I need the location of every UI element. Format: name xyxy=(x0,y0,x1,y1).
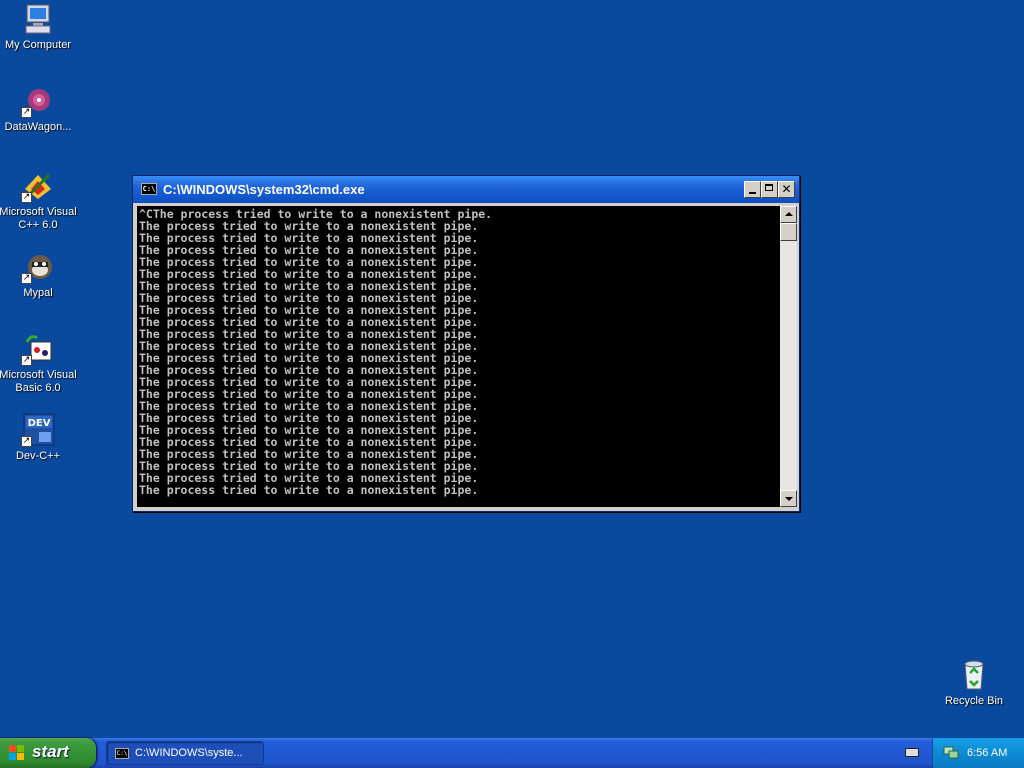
scroll-up-button[interactable] xyxy=(780,206,797,223)
desktop-icon-label: Recycle Bin xyxy=(944,695,1004,707)
taskbar-button-label: C:\WINDOWS\syste... xyxy=(135,747,243,759)
desktop-icon-my-computer[interactable]: My Computer xyxy=(0,2,78,52)
keyboard-icon[interactable] xyxy=(905,748,919,757)
shortcut-arrow-icon: ↗ xyxy=(21,107,32,118)
window-title: C:\WINDOWS\system32\cmd.exe xyxy=(163,182,365,197)
windows-logo-icon xyxy=(9,745,25,761)
visual-basic-icon: ↗ xyxy=(21,332,55,366)
desktop-icon-label: DataWagon... xyxy=(4,121,72,133)
visual-cpp-icon: ↗ xyxy=(21,169,55,203)
cmd-icon[interactable]: C:\ xyxy=(141,183,157,195)
desktop-icon-datawagon[interactable]: ↗ DataWagon... xyxy=(0,84,78,134)
system-tray: 6:56 AM xyxy=(932,738,1024,768)
desktop-icon-label: Microsoft Visual C++ 6.0 xyxy=(0,206,77,231)
maximize-button[interactable] xyxy=(761,181,778,198)
svg-text:DEV: DEV xyxy=(28,418,51,429)
desktop-icon-visual-basic[interactable]: ↗ Microsoft Visual Basic 6.0 xyxy=(0,332,78,395)
start-label: start xyxy=(32,742,69,761)
datawagon-icon: ↗ xyxy=(21,84,55,118)
desktop-icon-recycle-bin[interactable]: Recycle Bin xyxy=(934,658,1014,708)
scrollbar-thumb[interactable] xyxy=(780,223,797,241)
desktop-icon-mypal[interactable]: ↗ Mypal xyxy=(0,250,78,300)
shortcut-arrow-icon: ↗ xyxy=(21,192,32,203)
console-line: The process tried to write to a nonexist… xyxy=(139,483,479,497)
taskbar: start C:\ C:\WINDOWS\syste... 6:56 AM xyxy=(0,738,1024,768)
cmd-icon: C:\ xyxy=(115,748,129,759)
desktop-icon-label: My Computer xyxy=(4,39,72,51)
network-icon[interactable] xyxy=(943,746,959,760)
clock[interactable]: 6:56 AM xyxy=(967,747,1007,759)
start-button[interactable]: start xyxy=(0,738,96,768)
shortcut-arrow-icon: ↗ xyxy=(21,355,32,366)
cmd-window[interactable]: C:\ C:\WINDOWS\system32\cmd.exe ✕ ^CThe … xyxy=(132,175,800,512)
my-computer-icon xyxy=(21,2,55,36)
window-titlebar[interactable]: C:\ C:\WINDOWS\system32\cmd.exe ✕ xyxy=(133,176,799,203)
desktop-icon-label: Microsoft Visual Basic 6.0 xyxy=(0,369,77,394)
close-button[interactable]: ✕ xyxy=(778,181,795,198)
mypal-icon: ↗ xyxy=(21,250,55,284)
recycle-bin-icon xyxy=(957,658,991,692)
console-output[interactable]: ^CThe process tried to write to a nonexi… xyxy=(137,206,780,507)
desktop-icon-dev-cpp[interactable]: DEV ↗ Dev-C++ xyxy=(0,413,78,463)
shortcut-arrow-icon: ↗ xyxy=(21,273,32,284)
taskbar-button-cmd[interactable]: C:\ C:\WINDOWS\syste... xyxy=(106,741,264,765)
desktop-icon-label: Mypal xyxy=(23,287,53,299)
scroll-down-button[interactable] xyxy=(780,490,797,507)
dev-cpp-icon: DEV ↗ xyxy=(21,413,55,447)
vertical-scrollbar[interactable] xyxy=(780,206,797,507)
minimize-button[interactable] xyxy=(744,181,761,198)
shortcut-arrow-icon: ↗ xyxy=(21,436,32,447)
desktop-icon-visual-cpp[interactable]: ↗ Microsoft Visual C++ 6.0 xyxy=(0,169,78,232)
desktop-icon-label: Dev-C++ xyxy=(15,450,61,462)
